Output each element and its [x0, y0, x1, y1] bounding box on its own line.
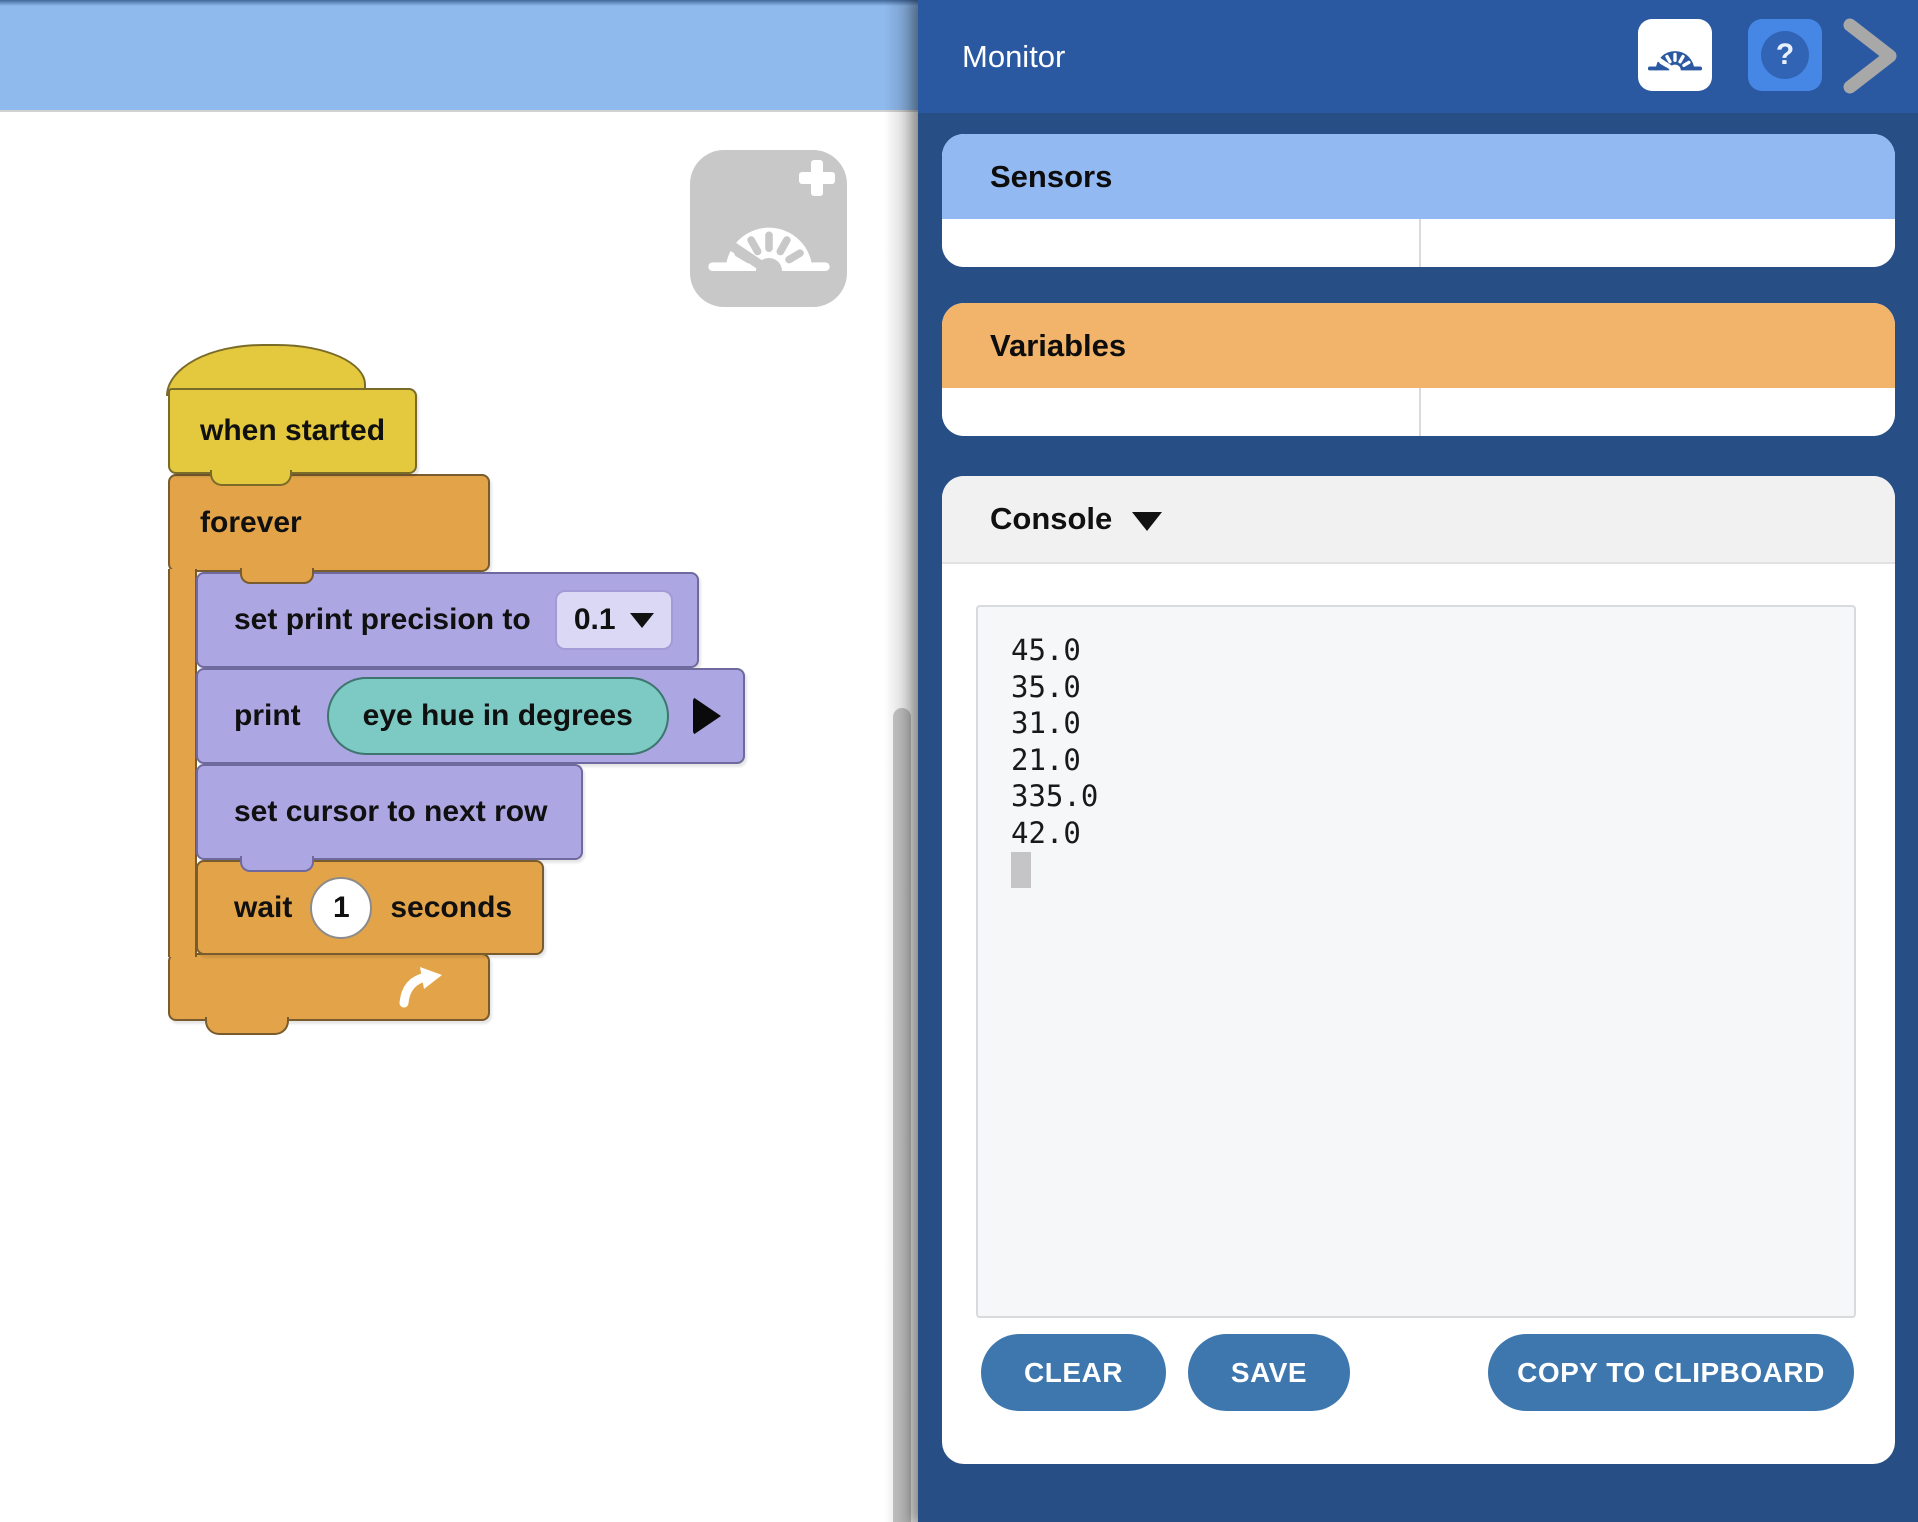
sensors-card: Sensors: [942, 134, 1895, 267]
console-line: 45.0: [1011, 632, 1834, 669]
console-header[interactable]: Console: [942, 476, 1895, 564]
help-icon: ?: [1761, 31, 1809, 79]
console-output: 45.035.031.021.0335.042.0: [976, 605, 1856, 1318]
variables-card: Variables: [942, 303, 1895, 436]
forever-loop-foot[interactable]: [168, 953, 490, 1021]
block-label: print: [234, 699, 301, 733]
block-set-print-precision[interactable]: set print precision to 0.1: [196, 572, 699, 668]
block-label: set cursor to next row: [234, 795, 547, 829]
block-forever[interactable]: forever: [168, 474, 490, 572]
variables-header: Variables: [942, 303, 1895, 388]
sensors-table: [942, 219, 1895, 267]
print-argument-oval[interactable]: eye hue in degrees: [327, 677, 669, 755]
console-line: 35.0: [1011, 669, 1834, 706]
gauge-icon: [1646, 31, 1704, 75]
canvas-header-bar: [0, 0, 918, 112]
console-title: Console: [990, 501, 1112, 537]
save-button[interactable]: SAVE: [1188, 1334, 1350, 1411]
forever-loop-spine: [168, 569, 197, 957]
block-label: when started: [200, 414, 385, 448]
console-card: Console 45.035.031.021.0335.042.0 CLEAR …: [942, 476, 1895, 1464]
block-wait[interactable]: wait 1 seconds: [196, 860, 544, 955]
gauge-palette-icon[interactable]: [690, 150, 847, 307]
block-set-cursor[interactable]: set cursor to next row: [196, 764, 583, 860]
clear-button[interactable]: CLEAR: [981, 1334, 1166, 1411]
console-line: 21.0: [1011, 742, 1834, 779]
console-line: 42.0: [1011, 815, 1834, 852]
sensors-title: Sensors: [990, 159, 1112, 195]
when-started-tab: [210, 470, 292, 486]
console-cursor: [1011, 852, 1031, 888]
canvas-scrollbar[interactable]: [893, 708, 911, 1522]
panel-title: Monitor: [962, 0, 1065, 113]
dropdown-arrow-icon: [630, 613, 654, 628]
block-label: forever: [200, 506, 302, 540]
precision-dropdown[interactable]: 0.1: [555, 590, 673, 650]
wait-value-field[interactable]: 1: [310, 877, 372, 939]
notch-bump: [240, 568, 314, 584]
monitor-panel: Monitor: [918, 0, 1918, 1522]
variables-table: [942, 388, 1895, 436]
column-divider: [1419, 219, 1421, 267]
argument-label: eye hue in degrees: [363, 699, 633, 733]
forever-foot-tab: [205, 1017, 289, 1035]
console-line: 335.0: [1011, 778, 1834, 815]
block-label: seconds: [390, 891, 512, 925]
code-canvas[interactable]: when started forever set print precision…: [0, 0, 918, 1522]
chevron-right-icon[interactable]: [1840, 17, 1902, 95]
block-when-started[interactable]: when started: [168, 388, 417, 474]
sensors-header: Sensors: [942, 134, 1895, 219]
console-lines: 45.035.031.021.0335.042.0: [1011, 632, 1834, 851]
block-print[interactable]: print eye hue in degrees: [196, 668, 745, 764]
wait-value: 1: [333, 891, 350, 925]
console-line: 31.0: [1011, 705, 1834, 742]
copy-to-clipboard-button[interactable]: COPY TO CLIPBOARD: [1488, 1334, 1854, 1411]
block-label: wait: [234, 891, 292, 925]
variables-title: Variables: [990, 328, 1126, 364]
monitor-toggle-button[interactable]: [1638, 19, 1712, 91]
expand-arrow-icon[interactable]: [693, 697, 721, 735]
column-divider: [1419, 388, 1421, 436]
monitor-panel-header: Monitor: [918, 0, 1918, 113]
loop-arrow-icon: [396, 965, 448, 1009]
precision-value: 0.1: [574, 603, 616, 637]
notch-bump: [240, 856, 314, 872]
block-label: set print precision to: [234, 603, 531, 637]
app-window: when started forever set print precision…: [0, 0, 1918, 1522]
header-top-line: [0, 0, 918, 6]
help-button[interactable]: ?: [1748, 19, 1822, 91]
plus-icon: [795, 156, 839, 200]
collapse-triangle-icon[interactable]: [1132, 512, 1162, 531]
